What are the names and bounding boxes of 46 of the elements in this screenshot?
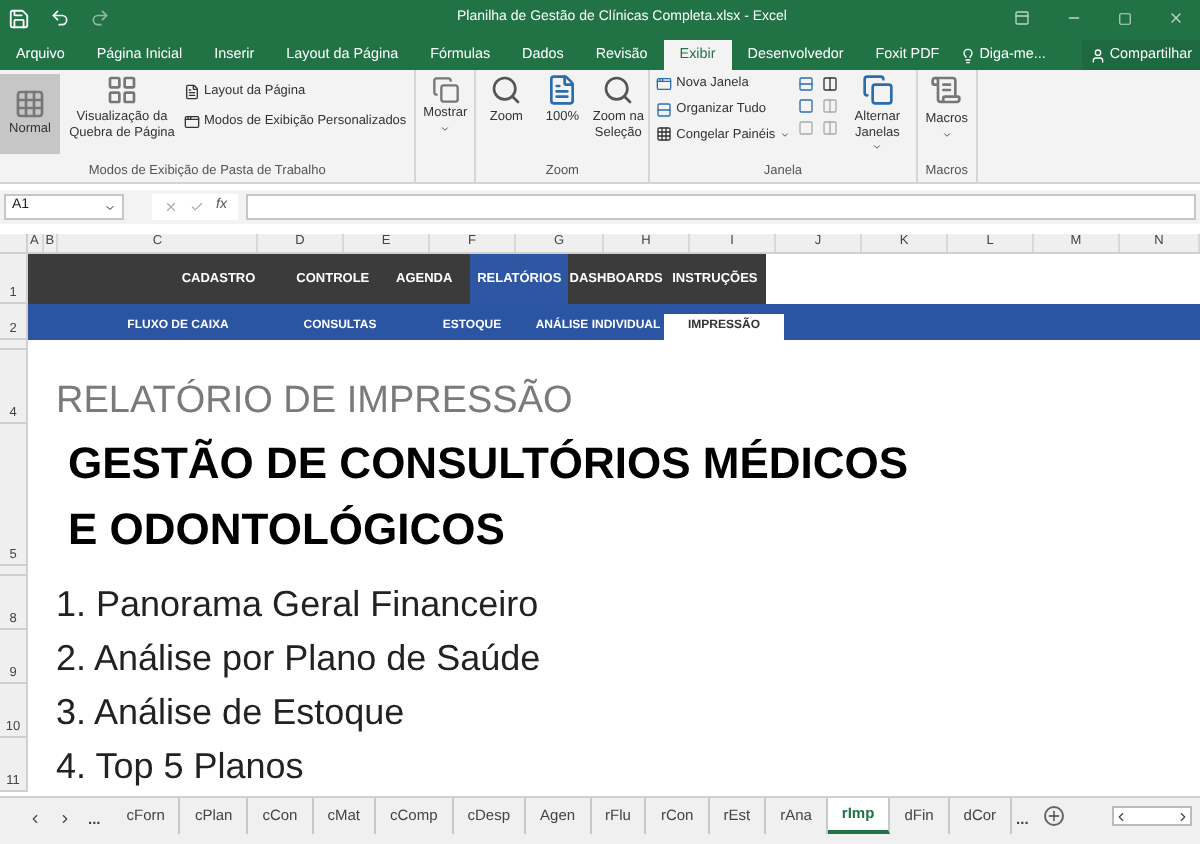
scroll-right-icon[interactable] — [58, 812, 72, 826]
hide-icon[interactable] — [797, 98, 814, 114]
person-icon — [1089, 47, 1106, 63]
report-item: 1. Panorama Geral Financeiro — [56, 585, 539, 621]
page-grid-icon — [106, 74, 138, 106]
macro-sheet-icon — [930, 74, 963, 106]
scroll-right-icon[interactable] — [1176, 809, 1190, 823]
horizontal-scrollbar[interactable] — [1112, 806, 1192, 826]
caret-icon — [779, 129, 790, 140]
report-title: GESTÃO DE CONSULTÓRIOS MÉDICOS — [68, 435, 911, 491]
caret-icon — [872, 142, 883, 152]
unhide-icon[interactable] — [797, 120, 814, 136]
scroll-left-icon[interactable] — [28, 812, 42, 826]
report-item: 2. Análise por Plano de Saúde — [56, 639, 541, 675]
report-title: E ODONTOLÓGICOS — [68, 501, 507, 557]
caret-icon — [104, 201, 116, 213]
maximize-icon[interactable] — [1118, 11, 1132, 25]
ribbon-display-icon[interactable] — [1014, 10, 1030, 26]
grid-icon — [656, 126, 673, 143]
side-by-side-icon[interactable] — [821, 76, 838, 92]
caret-icon — [440, 123, 451, 134]
new-sheet-icon[interactable] — [1044, 806, 1065, 826]
grid-icon — [14, 88, 46, 121]
split-icon[interactable] — [797, 76, 814, 92]
undo-icon[interactable] — [50, 8, 70, 28]
caret-icon — [941, 129, 952, 140]
enter-icon[interactable] — [190, 200, 204, 214]
reset-position-icon[interactable] — [821, 120, 838, 136]
cancel-icon[interactable] — [164, 200, 178, 214]
search-icon — [602, 74, 635, 106]
window-icon — [656, 75, 673, 92]
report-item: 3. Análise de Estoque — [56, 693, 405, 729]
formula-field[interactable] — [246, 194, 1196, 220]
search-icon — [490, 74, 523, 106]
save-icon[interactable] — [8, 7, 30, 29]
lightbulb-icon — [959, 47, 976, 63]
window-icon — [184, 113, 200, 130]
windows-icon — [861, 74, 894, 106]
rows-icon — [656, 101, 673, 118]
report-item: 4. Top 5 Planos — [56, 747, 304, 783]
page-icon — [546, 74, 579, 106]
page-icon — [184, 83, 200, 100]
close-icon[interactable] — [1168, 10, 1184, 26]
report-subtitle: RELATÓRIO DE IMPRESSÃO — [56, 382, 573, 420]
boxes-icon — [431, 76, 460, 104]
scroll-left-icon[interactable] — [1114, 809, 1128, 823]
